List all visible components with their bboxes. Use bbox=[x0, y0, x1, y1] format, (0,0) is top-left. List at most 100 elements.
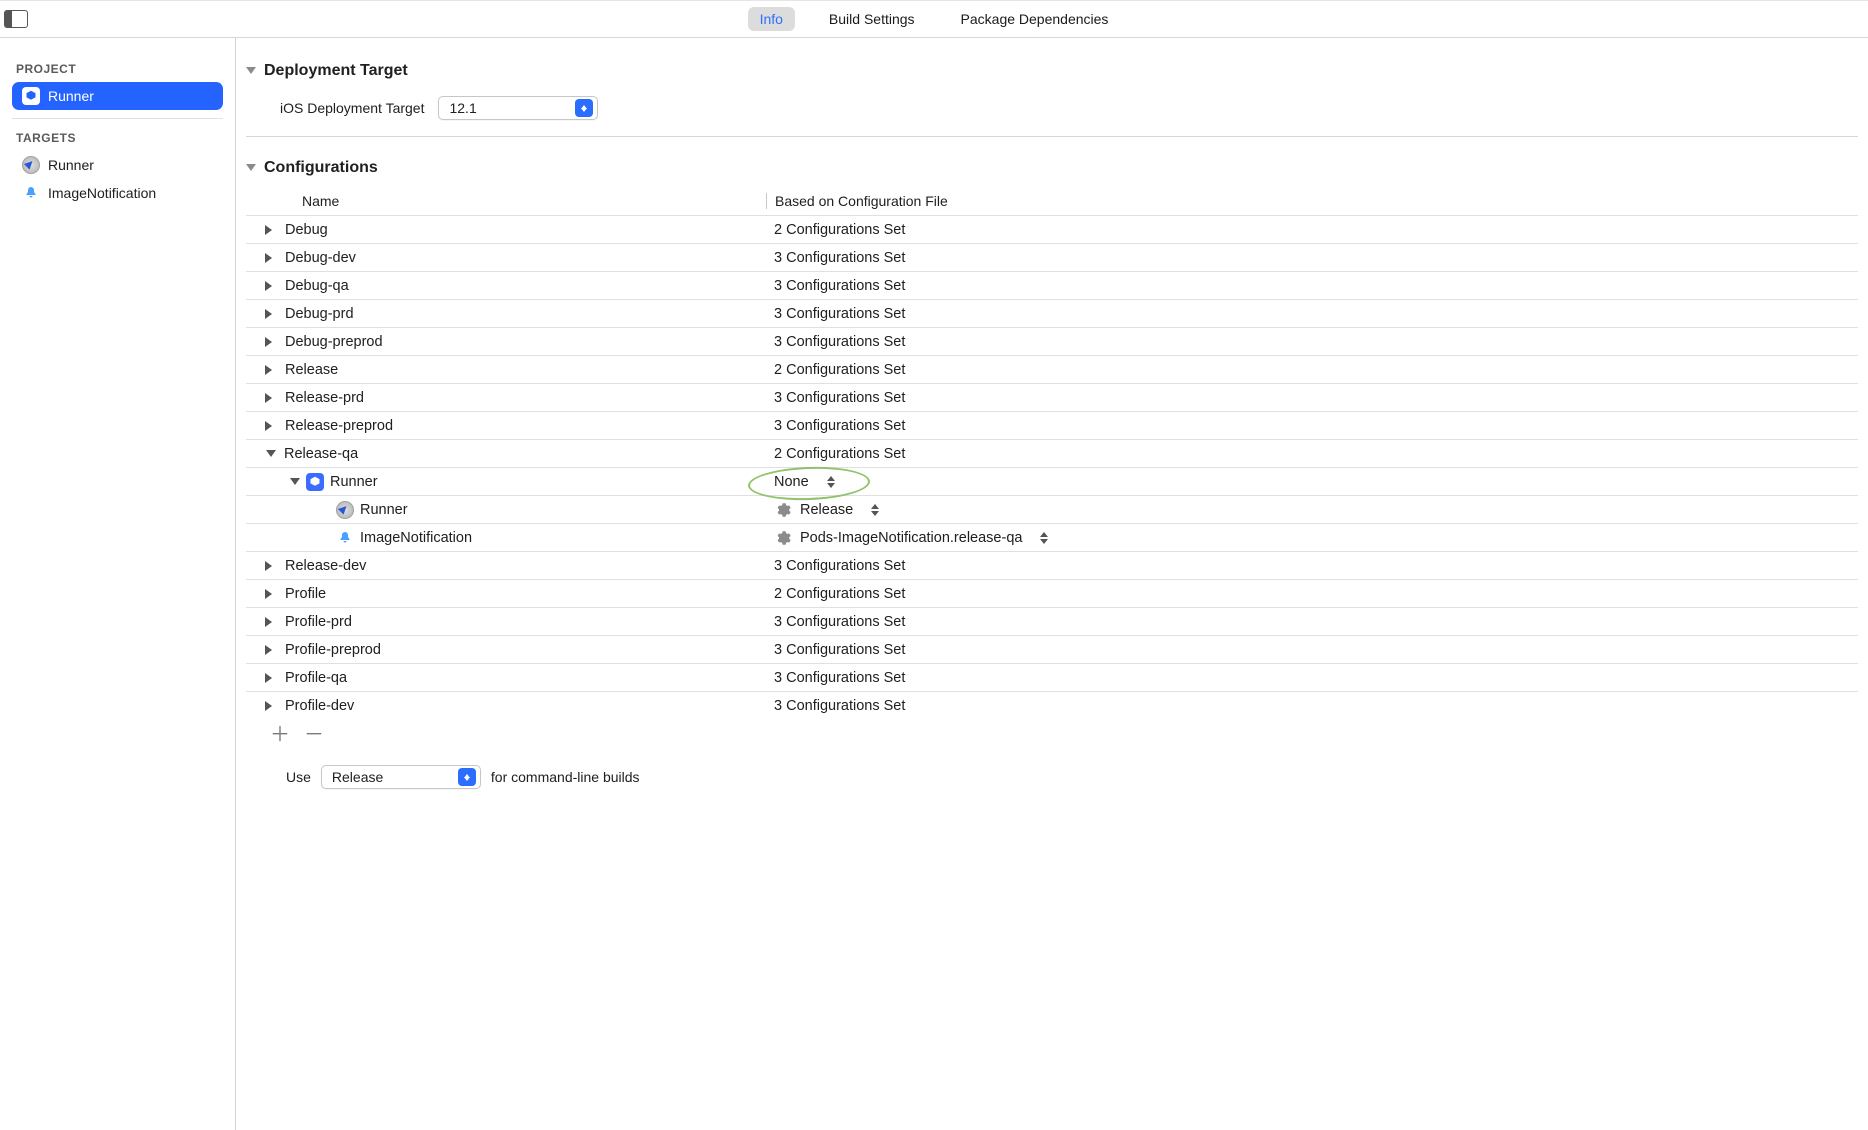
row-name: Profile-qa bbox=[285, 670, 347, 686]
row-file-value: 2 Configurations Set bbox=[774, 446, 905, 462]
chevron-down-icon[interactable] bbox=[266, 450, 276, 462]
table-row[interactable]: Debug-dev 3 Configurations Set bbox=[246, 243, 1858, 271]
chevron-right-icon[interactable] bbox=[265, 393, 277, 403]
row-file-value[interactable]: Release bbox=[800, 502, 853, 518]
row-file-value: 3 Configurations Set bbox=[774, 390, 905, 406]
chevron-right-icon[interactable] bbox=[265, 225, 277, 235]
sidebar-heading-project: PROJECT bbox=[16, 62, 219, 76]
use-suffix: for command-line builds bbox=[491, 769, 640, 785]
tab-build-settings[interactable]: Build Settings bbox=[817, 7, 927, 31]
table-row[interactable]: Profile-prd 3 Configurations Set bbox=[246, 607, 1858, 635]
chevron-right-icon[interactable] bbox=[265, 701, 277, 711]
divider bbox=[12, 118, 223, 119]
row-file-value: 3 Configurations Set bbox=[774, 250, 905, 266]
table-row[interactable]: Debug-prd3 Configurations Set bbox=[246, 299, 1858, 327]
sidebar-item-label: ImageNotification bbox=[48, 185, 156, 201]
table-row[interactable]: Profile-dev3 Configurations Set bbox=[246, 691, 1858, 719]
gear-icon bbox=[774, 529, 792, 547]
sidebar-item-project-runner[interactable]: Runner bbox=[12, 82, 223, 110]
column-header-file: Based on Configuration File bbox=[766, 193, 1858, 209]
compass-icon bbox=[22, 156, 40, 174]
updown-icon bbox=[1038, 528, 1050, 548]
use-configuration-select[interactable]: Release bbox=[321, 765, 481, 789]
app-icon bbox=[22, 87, 40, 105]
use-configuration-row: Use Release for command-line builds bbox=[286, 765, 1858, 789]
section-title: Configurations bbox=[264, 159, 378, 177]
bell-icon bbox=[22, 184, 40, 202]
table-row[interactable]: Runner None bbox=[246, 467, 1858, 495]
tab-package-dependencies[interactable]: Package Dependencies bbox=[949, 7, 1121, 31]
row-name: Debug bbox=[285, 222, 328, 238]
row-file-value: 3 Configurations Set bbox=[774, 698, 905, 714]
chevron-right-icon[interactable] bbox=[265, 561, 277, 571]
row-file-value: 3 Configurations Set bbox=[774, 418, 905, 434]
row-name: Profile bbox=[285, 586, 326, 602]
tab-info[interactable]: Info bbox=[748, 7, 795, 31]
table-row[interactable]: ImageNotificationPods-ImageNotification.… bbox=[246, 523, 1858, 551]
row-name: Runner bbox=[330, 474, 378, 490]
bell-icon bbox=[336, 529, 354, 547]
table-row[interactable]: Release-dev3 Configurations Set bbox=[246, 551, 1858, 579]
row-file-value: 3 Configurations Set bbox=[774, 278, 905, 294]
table-row[interactable]: Release2 Configurations Set bbox=[246, 355, 1858, 383]
row-file-value: 2 Configurations Set bbox=[774, 222, 905, 238]
row-name: Profile-preprod bbox=[285, 642, 381, 658]
table-row[interactable]: Debug-preprod 3 Configurations Set bbox=[246, 327, 1858, 355]
row-name: Release-preprod bbox=[285, 418, 393, 434]
table-row[interactable]: Release-prd 3 Configurations Set bbox=[246, 383, 1858, 411]
row-file-value: 3 Configurations Set bbox=[774, 614, 905, 630]
table-row[interactable]: Profile 2 Configurations Set bbox=[246, 579, 1858, 607]
panel-toggle-icon[interactable] bbox=[4, 10, 28, 28]
table-row[interactable]: Runner Release bbox=[246, 495, 1858, 523]
select-value: Release bbox=[332, 769, 383, 785]
sidebar-item-label: Runner bbox=[48, 88, 94, 104]
deployment-target-select[interactable]: 12.1 bbox=[438, 96, 598, 120]
row-file-value[interactable]: None bbox=[774, 474, 809, 490]
remove-button[interactable]: － bbox=[304, 725, 324, 745]
disclosure-triangle-icon[interactable] bbox=[246, 164, 256, 176]
sidebar-item-target-runner[interactable]: Runner bbox=[12, 151, 223, 179]
sidebar-item-target-imagenotification[interactable]: ImageNotification bbox=[12, 179, 223, 207]
row-file-value: 3 Configurations Set bbox=[774, 642, 905, 658]
row-name: Release-qa bbox=[284, 446, 358, 462]
chevron-right-icon[interactable] bbox=[265, 421, 277, 431]
configurations-table: Name Based on Configuration File Debug2 … bbox=[246, 187, 1858, 745]
table-row[interactable]: Profile-preprod 3 Configurations Set bbox=[246, 635, 1858, 663]
table-row[interactable]: Debug 2 Configurations Set bbox=[246, 215, 1858, 243]
chevron-right-icon[interactable] bbox=[265, 337, 277, 347]
table-row[interactable]: Profile-qa3 Configurations Set bbox=[246, 663, 1858, 691]
section-deployment-target: Deployment Target iOS Deployment Target … bbox=[246, 54, 1858, 120]
row-name: Debug-dev bbox=[285, 250, 356, 266]
disclosure-triangle-icon[interactable] bbox=[246, 67, 256, 79]
row-name: Release-dev bbox=[285, 558, 366, 574]
deployment-target-label: iOS Deployment Target bbox=[280, 100, 424, 116]
row-file-value: 3 Configurations Set bbox=[774, 334, 905, 350]
add-button[interactable]: ＋ bbox=[270, 725, 290, 745]
row-file-value: 2 Configurations Set bbox=[774, 586, 905, 602]
table-row[interactable]: Release-preprod 3 Configurations Set bbox=[246, 411, 1858, 439]
compass-icon bbox=[336, 501, 354, 519]
table-row[interactable]: Release-qa 2 Configurations Set bbox=[246, 439, 1858, 467]
chevron-down-icon[interactable] bbox=[290, 478, 300, 490]
row-name: Debug-preprod bbox=[285, 334, 383, 350]
stepper-icon bbox=[458, 768, 476, 786]
updown-icon bbox=[869, 500, 881, 520]
chevron-right-icon[interactable] bbox=[265, 589, 277, 599]
chevron-right-icon[interactable] bbox=[265, 645, 277, 655]
chevron-right-icon[interactable] bbox=[265, 617, 277, 627]
chevron-right-icon[interactable] bbox=[265, 253, 277, 263]
chevron-right-icon[interactable] bbox=[265, 673, 277, 683]
editor-tabbar: Info Build Settings Package Dependencies bbox=[0, 0, 1868, 38]
chevron-right-icon[interactable] bbox=[265, 309, 277, 319]
row-name: Runner bbox=[360, 502, 408, 518]
stepper-icon bbox=[575, 99, 593, 117]
sidebar-heading-targets: TARGETS bbox=[16, 131, 219, 145]
chevron-right-icon[interactable] bbox=[265, 281, 277, 291]
table-row[interactable]: Debug-qa3 Configurations Set bbox=[246, 271, 1858, 299]
row-name: Release bbox=[285, 362, 338, 378]
navigator-sidebar: PROJECT Runner TARGETS Runner ImageNotif… bbox=[0, 38, 236, 1130]
chevron-right-icon[interactable] bbox=[265, 365, 277, 375]
row-name: Release-prd bbox=[285, 390, 364, 406]
row-name: Profile-prd bbox=[285, 614, 352, 630]
row-file-value[interactable]: Pods-ImageNotification.release-qa bbox=[800, 530, 1022, 546]
